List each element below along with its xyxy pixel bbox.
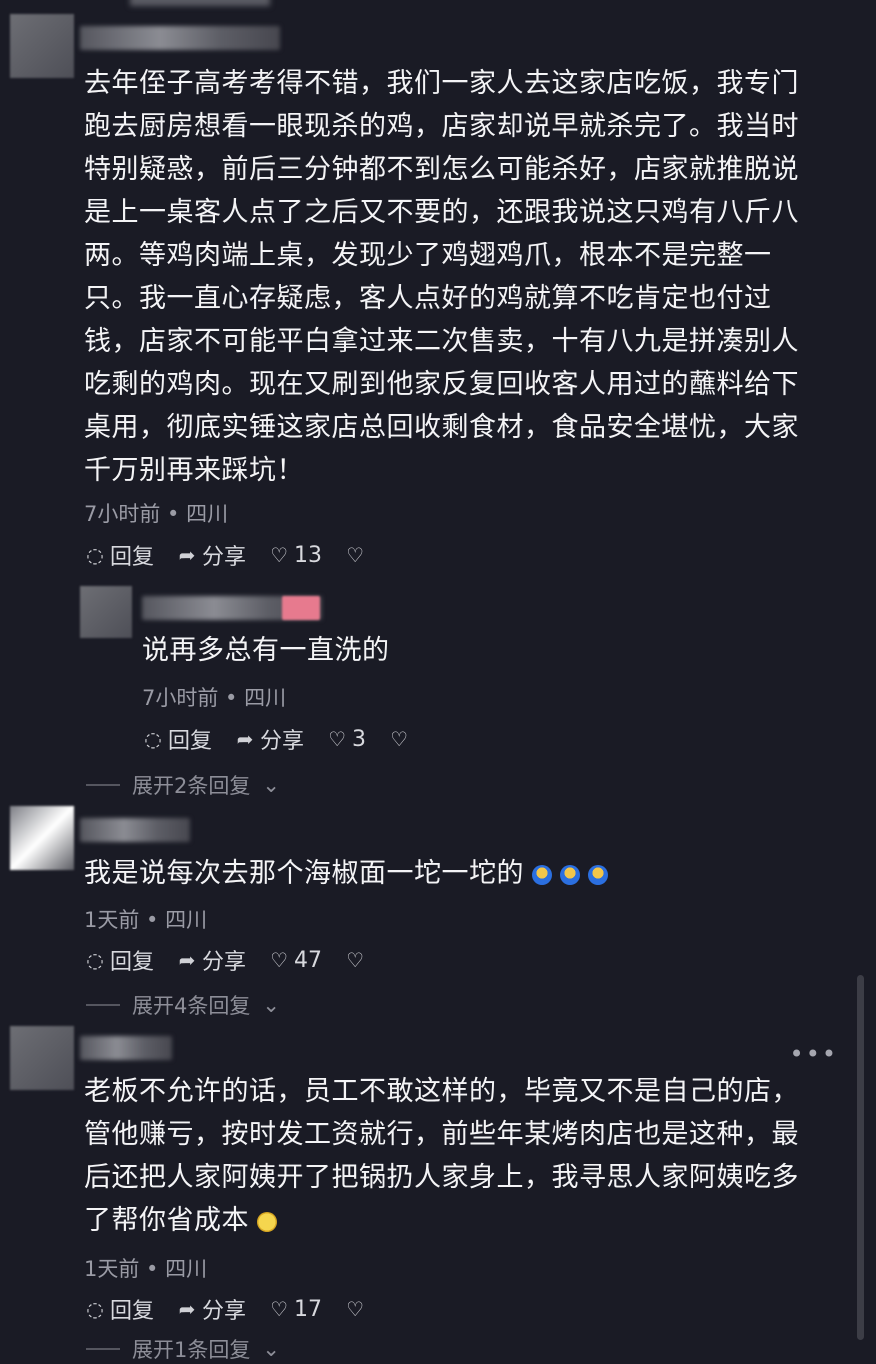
share-icon: ➦: [178, 1297, 196, 1321]
dislike-button[interactable]: ♡: [344, 948, 366, 972]
scrollbar[interactable]: [857, 975, 864, 1340]
chevron-down-icon: ⌄: [262, 1337, 280, 1361]
share-button[interactable]: ➦ 分享: [176, 944, 246, 976]
divider: [86, 1004, 120, 1006]
divider: [86, 784, 120, 786]
avatar[interactable]: [10, 14, 74, 78]
blurred-header: [130, 0, 270, 6]
comment-icon: ◌: [86, 1297, 104, 1321]
expand-replies[interactable]: 展开1条回复 ⌄: [86, 1334, 280, 1364]
expand-replies[interactable]: 展开4条回复 ⌄: [86, 990, 280, 1020]
username-blurred[interactable]: [80, 818, 190, 842]
broken-heart-icon: ♡: [346, 543, 364, 567]
comment-actions: ◌ 回复 ➦ 分享 ♡ 47 ♡: [84, 944, 366, 976]
heart-icon: ♡: [270, 1297, 288, 1321]
share-button[interactable]: ➦ 分享: [176, 1293, 246, 1325]
comment-actions: ◌ 回复 ➦ 分享 ♡ 17 ♡: [84, 1293, 366, 1325]
chevron-down-icon: ⌄: [262, 993, 280, 1017]
comment-icon: ◌: [86, 948, 104, 972]
emoji-icon: [257, 1211, 277, 1232]
avatar[interactable]: [10, 806, 74, 870]
emoji-icon: [560, 864, 580, 885]
emoji-icon: [588, 864, 608, 885]
comment-text: 说再多总有一直洗的: [142, 635, 390, 666]
comment-meta: 1天前 • 四川: [84, 908, 208, 932]
comment-meta: 1天前 • 四川: [84, 1257, 208, 1281]
reply-button[interactable]: ◌ 回复: [84, 1293, 154, 1325]
share-button[interactable]: ➦ 分享: [234, 723, 304, 755]
comment-actions: ◌ 回复 ➦ 分享 ♡ 3 ♡: [142, 723, 410, 755]
like-button[interactable]: ♡ 17: [268, 1297, 322, 1322]
share-button[interactable]: ➦ 分享: [176, 539, 246, 571]
heart-icon: ♡: [270, 948, 288, 972]
avatar[interactable]: [80, 586, 132, 638]
dislike-button[interactable]: ♡: [344, 543, 366, 567]
broken-heart-icon: ♡: [346, 1297, 364, 1321]
heart-icon: ♡: [270, 543, 288, 567]
expand-replies[interactable]: 展开2条回复 ⌄: [86, 770, 280, 800]
dislike-button[interactable]: ♡: [388, 727, 410, 751]
emoji-icon: [532, 864, 552, 885]
avatar[interactable]: [10, 1026, 74, 1090]
reply-button[interactable]: ◌ 回复: [84, 944, 154, 976]
share-icon: ➦: [178, 948, 196, 972]
dislike-button[interactable]: ♡: [344, 1297, 366, 1321]
comment-text: 去年侄子高考考得不错，我们一家人去这家店吃饭，我专门跑去厨房想看一眼现杀的鸡，店…: [84, 68, 799, 486]
user-badge: [282, 596, 320, 620]
broken-heart-icon: ♡: [346, 948, 364, 972]
more-icon[interactable]: •••: [790, 1040, 838, 1068]
like-button[interactable]: ♡ 3: [326, 727, 366, 752]
chevron-down-icon: ⌄: [262, 773, 280, 797]
comment-meta: 7小时前 • 四川: [84, 502, 229, 526]
reply-button[interactable]: ◌ 回复: [84, 539, 154, 571]
comment-icon: ◌: [144, 727, 162, 751]
username-blurred[interactable]: [80, 26, 280, 50]
broken-heart-icon: ♡: [390, 727, 408, 751]
like-button[interactable]: ♡ 13: [268, 543, 322, 568]
comment-text: 我是说每次去那个海椒面一坨一坨的: [84, 852, 824, 895]
share-icon: ➦: [236, 727, 254, 751]
comment-actions: ◌ 回复 ➦ 分享 ♡ 13 ♡: [84, 539, 366, 571]
comment-icon: ◌: [86, 543, 104, 567]
share-icon: ➦: [178, 543, 196, 567]
like-button[interactable]: ♡ 47: [268, 948, 322, 973]
comment-text: 老板不允许的话，员工不敢这样的，毕竟又不是自己的店，管他赚亏，按时发工资就行，前…: [84, 1076, 799, 1236]
divider: [86, 1348, 120, 1350]
reply-button[interactable]: ◌ 回复: [142, 723, 212, 755]
heart-icon: ♡: [328, 727, 346, 751]
username-blurred[interactable]: [80, 1036, 172, 1060]
comment-meta: 7小时前 • 四川: [142, 686, 287, 710]
